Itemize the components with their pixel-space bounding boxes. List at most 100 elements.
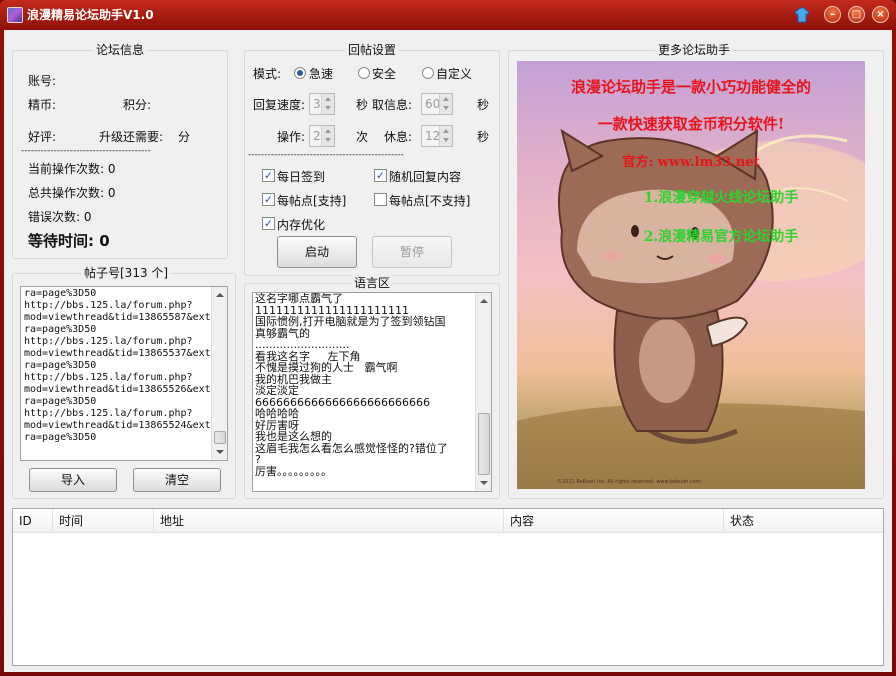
fetch-info-label: 取信息:: [372, 98, 413, 112]
start-button[interactable]: 启动: [277, 236, 357, 268]
phrase-line: ...........................: [255, 338, 350, 351]
reply-settings-title: 回帖设置: [345, 42, 400, 58]
promo-line-3: 官方: www.lm33.net: [622, 155, 760, 170]
column-header-id[interactable]: ID: [13, 509, 53, 533]
post-list-line: mod=viewthread&tid=13865587&ext: [24, 312, 211, 323]
pause-button[interactable]: 暂停: [372, 236, 452, 268]
random-reply-checkbox[interactable]: ✓: [374, 169, 387, 182]
daily-signin-label[interactable]: 每日签到: [277, 170, 325, 184]
window-title: 浪漫精易论坛助手V1.0: [27, 8, 154, 22]
post-list-line: ra=page%3D50: [24, 288, 97, 299]
operation-unit: 次: [356, 130, 369, 144]
clear-button[interactable]: 清空: [133, 468, 221, 492]
mode-fast-radio[interactable]: [294, 67, 306, 79]
spinner-arrows-icon[interactable]: [321, 126, 334, 146]
support-label[interactable]: 每帖点[支持]: [277, 194, 346, 208]
memory-optimize-label[interactable]: 内存优化: [277, 218, 325, 232]
maximize-icon[interactable]: □: [848, 6, 865, 23]
spinner-arrows-icon[interactable]: [439, 126, 452, 146]
rest-spinner[interactable]: 120: [421, 125, 453, 147]
app-icon: [7, 7, 23, 23]
fetch-info-spinner[interactable]: 60: [421, 93, 453, 115]
scroll-up-icon[interactable]: [476, 293, 491, 309]
operation-spinner[interactable]: 20: [309, 125, 335, 147]
phrase-line: ?: [255, 453, 261, 466]
total-op-count: 总共操作次数: 0: [28, 186, 116, 200]
scroll-thumb[interactable]: [214, 431, 226, 444]
results-table[interactable]: ID 时间 地址 内容 状态: [12, 508, 884, 666]
fetch-info-value: 60: [425, 97, 441, 111]
reply-speed-label: 回复速度:: [253, 98, 306, 112]
post-list-line: http://bbs.125.la/forum.php?: [24, 408, 193, 419]
column-header-status[interactable]: 状态: [724, 509, 883, 533]
coins-label: 精币:: [28, 98, 57, 112]
more-tools-group: 更多论坛助手 浪漫论坛助手是一款小巧功能健全的 一款快速获取金币积分软件! 官方…: [508, 42, 884, 499]
post-list-line: ra=page%3D50: [24, 432, 97, 443]
post-list-scrollbar[interactable]: [211, 287, 227, 460]
settings-divider: ----------------------------------------…: [248, 150, 404, 160]
column-header-time[interactable]: 时间: [53, 509, 154, 533]
skin-icon[interactable]: [794, 7, 810, 23]
scroll-up-icon[interactable]: [212, 287, 227, 303]
promo-banner[interactable]: 浪漫论坛助手是一款小巧功能健全的 一款快速获取金币积分软件! 官方: www.l…: [517, 61, 865, 489]
memory-optimize-checkbox[interactable]: ✓: [262, 217, 275, 230]
not-support-label[interactable]: 每帖点[不支持]: [389, 194, 470, 208]
phrase-line: 不愧是摸过狗的人士 霸气啊: [255, 361, 398, 374]
title-bar[interactable]: 浪漫精易论坛助手V1.0 – □ ×: [0, 0, 896, 30]
phrase-area-scrollbar[interactable]: [475, 293, 491, 491]
phrase-area-title: 语言区: [351, 275, 394, 291]
wait-time: 等待时间: 0: [28, 232, 110, 250]
post-list-box[interactable]: ra=page%3D50 http://bbs.125.la/forum.php?…: [20, 286, 228, 461]
random-reply-label[interactable]: 随机回复内容: [389, 170, 461, 184]
phrase-line: 国际惯例,打开电脑就是为了签到领钻国: [255, 315, 446, 328]
account-label: 账号:: [28, 74, 57, 88]
mode-safe-label[interactable]: 安全: [372, 67, 396, 81]
post-list-line: mod=viewthread&tid=13865526&ext: [24, 384, 211, 395]
spinner-arrows-icon[interactable]: [439, 94, 452, 114]
post-list-line: mod=viewthread&tid=13865524&ext: [24, 420, 211, 431]
post-list-line: http://bbs.125.la/forum.php?: [24, 336, 193, 347]
scroll-down-icon[interactable]: [212, 444, 227, 460]
daily-signin-checkbox[interactable]: ✓: [262, 169, 275, 182]
post-list-text: ra=page%3D50 http://bbs.125.la/forum.php?…: [24, 288, 211, 444]
column-header-content[interactable]: 内容: [504, 509, 724, 533]
phrase-line: 淡定淡定: [255, 384, 299, 397]
mode-custom-label[interactable]: 自定义: [436, 67, 472, 81]
fetch-info-unit: 秒: [477, 98, 490, 112]
import-button[interactable]: 导入: [29, 468, 117, 492]
not-support-checkbox[interactable]: [374, 193, 387, 206]
column-header-address[interactable]: 地址: [154, 509, 504, 533]
main-window: 浪漫精易论坛助手V1.0 – □ × 论坛信息 账号: 精币: 积分: 好评: …: [0, 0, 896, 676]
mode-safe-radio[interactable]: [358, 67, 370, 79]
phrase-area-box[interactable]: 这名字哪点霸气了 1111111111111111111111 国际惯例,打开电脑就…: [252, 292, 492, 492]
minimize-icon[interactable]: –: [824, 6, 841, 23]
info-divider: ----------------------------------------: [21, 146, 151, 156]
mode-fast-label[interactable]: 急速: [309, 67, 333, 81]
phrase-line: 我也是这么想的: [255, 430, 332, 443]
promo-copyright: ©2011 ReKuori Inc. All rights reserved. …: [557, 479, 701, 485]
phrase-line: 厉害。。。。。。。。。: [255, 464, 332, 477]
error-count: 错误次数: 0: [28, 210, 92, 224]
current-op-count: 当前操作次数: 0: [28, 162, 116, 176]
close-icon[interactable]: ×: [872, 6, 889, 23]
mode-label: 模式:: [253, 67, 282, 81]
post-list-group: 帖子号[313 个] ra=page%3D50 http://bbs.125.la…: [12, 265, 236, 499]
operation-label: 操作:: [277, 130, 306, 144]
spinner-arrows-icon[interactable]: [321, 94, 334, 114]
phrase-area-group: 语言区 这名字哪点霸气了 1111111111111111111111 国际惯例,打…: [244, 275, 500, 499]
reply-speed-spinner[interactable]: 31: [309, 93, 335, 115]
reply-settings-group: 回帖设置 模式: 急速 安全 自定义 回复速度: 31 秒 取信息: 60 秒 …: [244, 42, 500, 276]
upgrade-label: 升级还需要:: [99, 130, 164, 144]
client-area: 论坛信息 账号: 精币: 积分: 好评: 升级还需要: 分 ----------…: [4, 30, 892, 672]
rest-label: 休息:: [384, 130, 413, 144]
support-checkbox[interactable]: ✓: [262, 193, 275, 206]
mode-custom-radio[interactable]: [422, 67, 434, 79]
post-list-line: http://bbs.125.la/forum.php?: [24, 300, 193, 311]
scroll-down-icon[interactable]: [476, 475, 491, 491]
scroll-thumb[interactable]: [478, 413, 490, 475]
phrase-area-text: 这名字哪点霸气了 1111111111111111111111 国际惯例,打开电脑就…: [255, 293, 475, 477]
promo-line-4: 1.浪漫穿越火线论坛助手: [643, 190, 799, 206]
points-label: 积分:: [123, 98, 152, 112]
post-list-line: mod=viewthread&tid=13865537&ext: [24, 348, 211, 359]
reply-speed-unit: 秒: [356, 98, 369, 112]
